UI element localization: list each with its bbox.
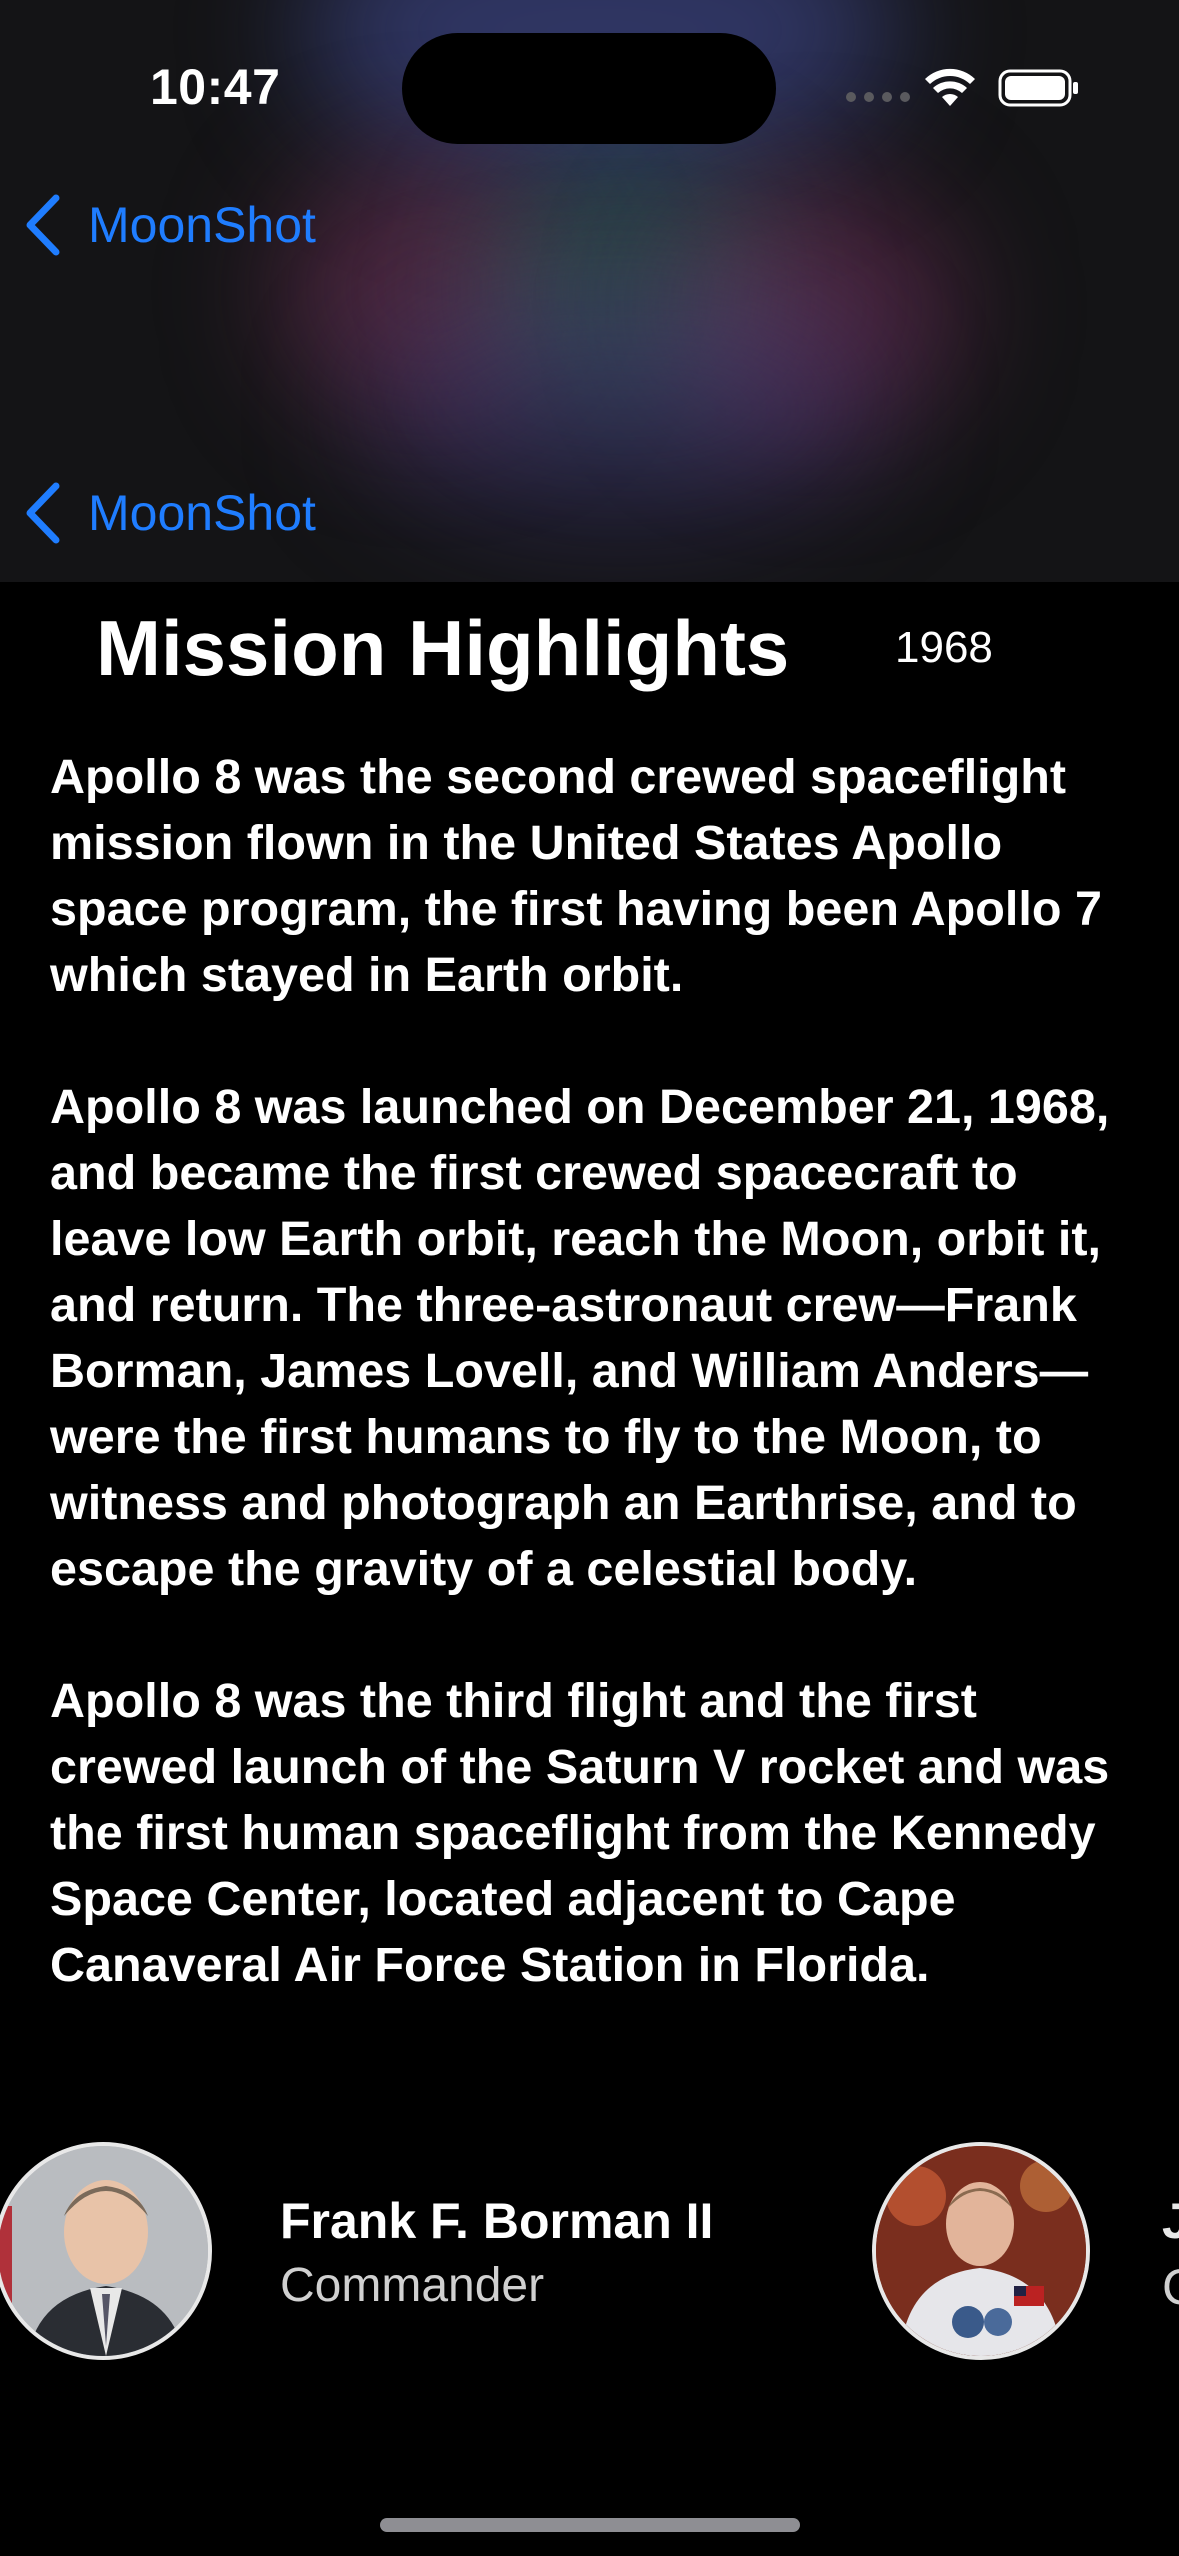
crew-avatar[interactable] (0, 2142, 212, 2360)
battery-icon (998, 69, 1078, 107)
cellular-signal-icon (846, 92, 910, 102)
crew-name: Frank F. Borman II (280, 2193, 714, 2249)
crew-name-clipped: J (1162, 2193, 1179, 2249)
dynamic-island (402, 33, 776, 144)
home-indicator[interactable] (380, 2518, 800, 2532)
crew-avatar[interactable] (872, 2142, 1090, 2360)
chevron-left-icon (26, 482, 60, 544)
crew-role-clipped: C (1162, 2258, 1179, 2316)
astronaut-portrait-icon (0, 2146, 208, 2356)
status-time: 10:47 (150, 59, 281, 115)
wifi-icon (925, 68, 975, 106)
back-button-secondary[interactable]: MoonShot (24, 482, 316, 544)
crew-role: Commander (280, 2259, 545, 2312)
description-paragraph: Apollo 8 was launched on December 21, 19… (50, 1080, 1110, 1596)
description-paragraph: Apollo 8 was the second crewed spaceflig… (50, 750, 1102, 1002)
chevron-left-icon (26, 194, 60, 256)
back-button-secondary-label: MoonShot (88, 485, 316, 541)
astronaut-portrait-icon (876, 2146, 1086, 2356)
crew-carousel[interactable]: Frank F. Borman II Commander J C (0, 2140, 1179, 2360)
back-button[interactable]: MoonShot (24, 194, 316, 256)
mission-description: Apollo 8 was the second crewed spaceflig… (50, 744, 1150, 2064)
description-paragraph: Apollo 8 was the third flight and the fi… (50, 1674, 1110, 1992)
mission-year: 1968 (895, 623, 993, 672)
back-button-label: MoonShot (88, 197, 316, 253)
page-title: Mission Highlights (96, 604, 790, 692)
